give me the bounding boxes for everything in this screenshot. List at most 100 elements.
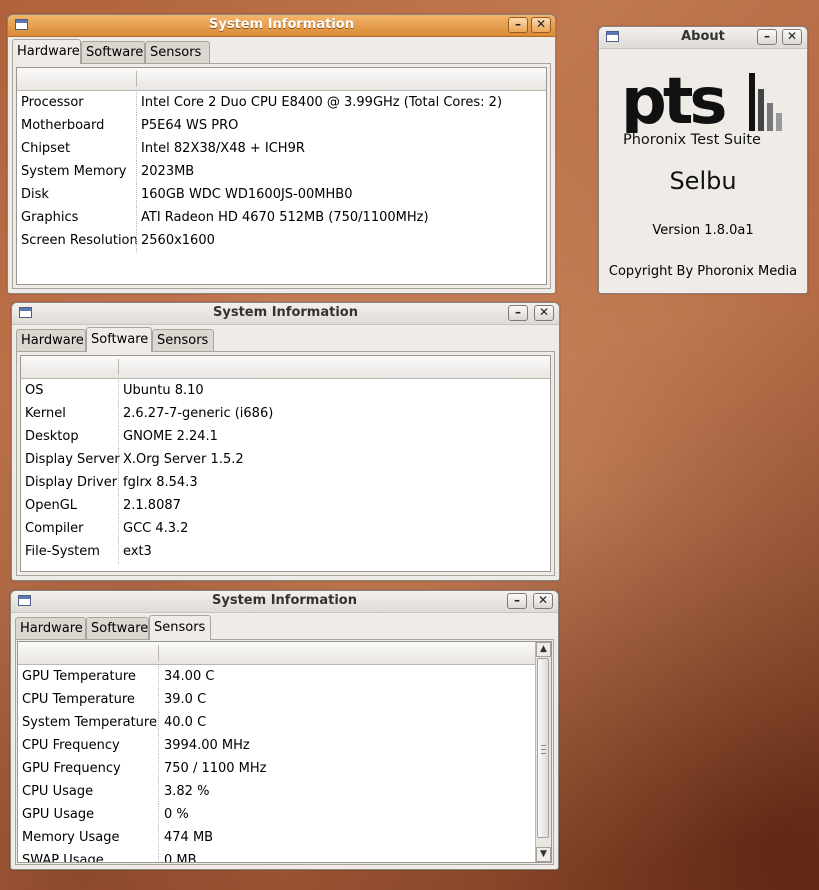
list-item[interactable]: Kernel 2.6.27-7-generic (i686) [21, 403, 550, 426]
tab-software[interactable]: Software [86, 617, 149, 639]
minimize-button[interactable]: – [508, 305, 528, 321]
list-item[interactable]: Compiler GCC 4.3.2 [21, 518, 550, 541]
row-value: 160GB WDC WD1600JS-00MHB0 [141, 187, 353, 202]
list-item[interactable]: Chipset Intel 82X38/X48 + ICH9R [17, 138, 546, 161]
row-key: Memory Usage [22, 830, 120, 845]
row-key: OS [25, 383, 44, 398]
row-value: 39.0 C [164, 692, 207, 707]
row-key: OpenGL [25, 498, 78, 513]
list-item[interactable]: GPU Temperature 34.00 C [18, 666, 551, 689]
list-item[interactable]: GPU Usage 0 % [18, 804, 551, 827]
close-button[interactable]: ✕ [531, 17, 551, 33]
row-key: System Memory [21, 164, 127, 179]
row-value: Intel 82X38/X48 + ICH9R [141, 141, 305, 156]
list-header[interactable] [17, 68, 546, 91]
tab-software[interactable]: Software [81, 41, 145, 63]
row-value: GNOME 2.24.1 [123, 429, 218, 444]
row-key: Processor [21, 95, 84, 110]
tab-software[interactable]: Software [86, 327, 152, 352]
list-item[interactable]: CPU Temperature 39.0 C [18, 689, 551, 712]
list-item[interactable]: CPU Frequency 3994.00 MHz [18, 735, 551, 758]
info-list[interactable]: GPU Temperature 34.00 C CPU Temperature 39… [17, 641, 552, 863]
row-value: 0 MB [164, 853, 197, 863]
list-item[interactable]: Memory Usage 474 MB [18, 827, 551, 850]
window-title: System Information [213, 305, 358, 320]
row-value: X.Org Server 1.5.2 [123, 452, 244, 467]
row-key: Display Server [25, 452, 120, 467]
copyright-label: Copyright By Phoronix Media [608, 264, 798, 279]
logo-subtitle: Phoronix Test Suite [623, 132, 761, 148]
list-item[interactable]: Processor Intel Core 2 Duo CPU E8400 @ 3.… [17, 92, 546, 115]
minimize-button[interactable]: – [508, 17, 528, 33]
tab-sensors[interactable]: Sensors [149, 615, 211, 640]
row-value: ATI Radeon HD 4670 512MB (750/1100MHz) [141, 210, 429, 225]
row-key: Motherboard [21, 118, 105, 133]
scrollbar-thumb[interactable] [537, 658, 549, 838]
row-value: 2.1.8087 [123, 498, 181, 513]
titlebar[interactable]: System Information – ✕ [8, 15, 555, 37]
list-item[interactable]: Motherboard P5E64 WS PRO [17, 115, 546, 138]
row-value: 0 % [164, 807, 189, 822]
row-key: GPU Frequency [22, 761, 121, 776]
list-item[interactable]: Display Server X.Org Server 1.5.2 [21, 449, 550, 472]
app-name: Selbu [669, 167, 737, 195]
minimize-button[interactable]: – [507, 593, 527, 609]
minimize-button[interactable]: – [757, 29, 777, 45]
info-list[interactable]: Processor Intel Core 2 Duo CPU E8400 @ 3.… [16, 67, 547, 285]
tab-hardware[interactable]: Hardware [15, 617, 86, 639]
list-item[interactable]: CPU Usage 3.82 % [18, 781, 551, 804]
row-key: GPU Usage [22, 807, 95, 822]
row-value: 750 / 1100 MHz [164, 761, 267, 776]
row-key: Screen Resolution [21, 233, 138, 248]
tab-sensors[interactable]: Sensors [145, 41, 210, 63]
row-key: System Temperature [22, 715, 157, 730]
tab-sensors[interactable]: Sensors [152, 329, 214, 351]
tab-panel: OS Ubuntu 8.10 Kernel 2.6.27-7-generic (i6… [16, 351, 555, 576]
list-item[interactable]: Graphics ATI Radeon HD 4670 512MB (750/11… [17, 207, 546, 230]
list-item[interactable]: SWAP Usage 0 MB [18, 850, 551, 863]
info-list[interactable]: OS Ubuntu 8.10 Kernel 2.6.27-7-generic (i6… [20, 355, 551, 572]
list-item[interactable]: File-System ext3 [21, 541, 550, 564]
row-key: Kernel [25, 406, 66, 421]
row-key: Display Driver [25, 475, 118, 490]
list-item[interactable]: Desktop GNOME 2.24.1 [21, 426, 550, 449]
row-key: CPU Frequency [22, 738, 120, 753]
close-button[interactable]: ✕ [533, 593, 553, 609]
row-value: 34.00 C [164, 669, 215, 684]
row-value: Ubuntu 8.10 [123, 383, 204, 398]
close-button[interactable]: ✕ [782, 29, 802, 45]
list-item[interactable]: Screen Resolution 2560x1600 [17, 230, 546, 253]
titlebar[interactable]: System Information – ✕ [11, 591, 558, 613]
list-header[interactable] [21, 356, 550, 379]
list-header[interactable] [18, 642, 535, 665]
row-value: 3.82 % [164, 784, 210, 799]
row-key: SWAP Usage [22, 853, 104, 863]
list-item[interactable]: Disk 160GB WDC WD1600JS-00MHB0 [17, 184, 546, 207]
list-item[interactable]: System Temperature 40.0 C [18, 712, 551, 735]
row-value: P5E64 WS PRO [141, 118, 239, 133]
row-key: Desktop [25, 429, 79, 444]
about-window: About – ✕ pts Phoronix Test Suite Selbu … [598, 26, 808, 294]
list-item[interactable]: System Memory 2023MB [17, 161, 546, 184]
list-item[interactable]: Display Driver fglrx 8.54.3 [21, 472, 550, 495]
pts-logo-mark: pts [621, 65, 782, 133]
row-key: GPU Temperature [22, 669, 136, 684]
window-title: System Information [209, 17, 354, 32]
titlebar[interactable]: System Information – ✕ [12, 303, 559, 325]
close-button[interactable]: ✕ [534, 305, 554, 321]
system-info-window-software: System Information – ✕ Hardware Software… [11, 302, 560, 581]
tab-hardware[interactable]: Hardware [12, 39, 81, 64]
row-value: GCC 4.3.2 [123, 521, 189, 536]
version-label: Version 1.8.0a1 [652, 223, 754, 238]
list-item[interactable]: GPU Frequency 750 / 1100 MHz [18, 758, 551, 781]
list-item[interactable]: OpenGL 2.1.8087 [21, 495, 550, 518]
list-item[interactable]: OS Ubuntu 8.10 [21, 380, 550, 403]
row-value: 2.6.27-7-generic (i686) [123, 406, 274, 421]
list-rows: GPU Temperature 34.00 C CPU Temperature 39… [18, 665, 551, 863]
titlebar[interactable]: About – ✕ [599, 27, 807, 49]
row-key: Chipset [21, 141, 71, 156]
scroll-down-button[interactable]: ▼ [536, 847, 551, 862]
scroll-up-button[interactable]: ▲ [536, 642, 551, 657]
vertical-scrollbar[interactable]: ▲ ▼ [535, 642, 551, 862]
tab-hardware[interactable]: Hardware [16, 329, 86, 351]
